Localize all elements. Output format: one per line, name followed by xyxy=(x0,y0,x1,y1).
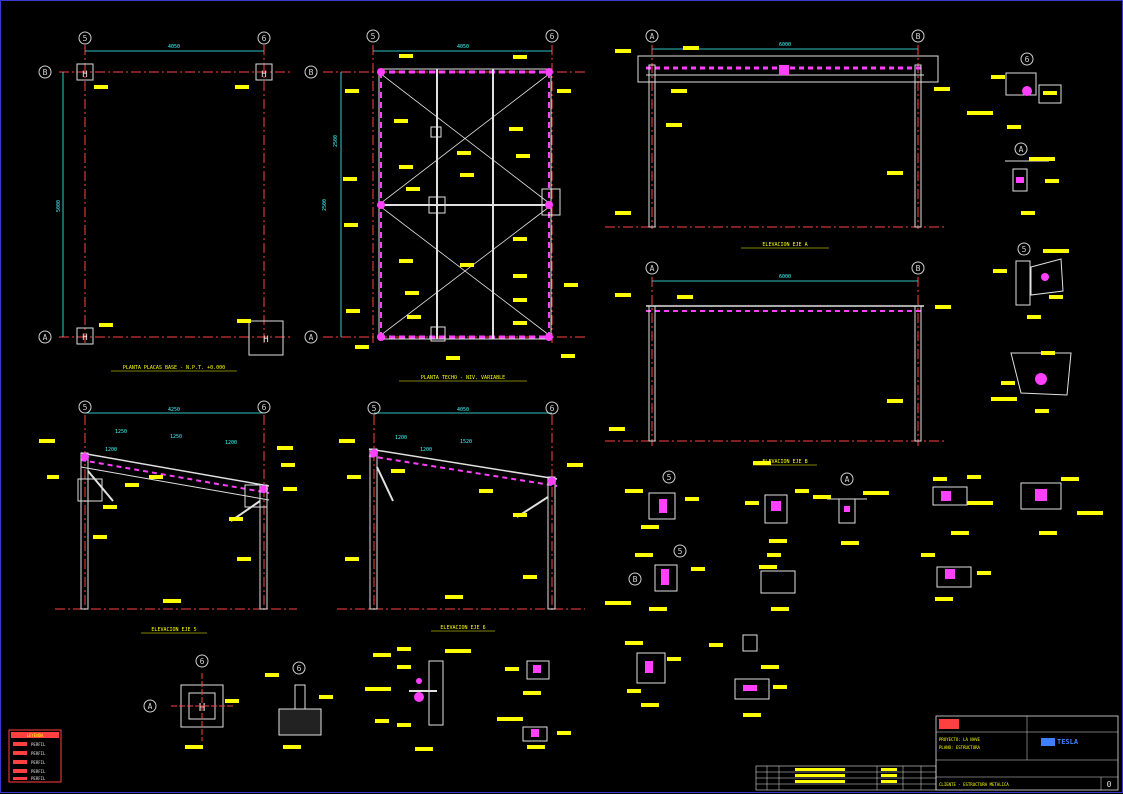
revision-number: 0 xyxy=(1107,780,1112,789)
legend-header: LEYENDA xyxy=(27,733,44,738)
elevation-axis-6: 4050 1200 1520 1200 ELEVACION EJE 6 xyxy=(337,407,585,632)
svg-text:6: 6 xyxy=(262,34,267,43)
svg-text:PERFIL: PERFIL xyxy=(31,769,46,774)
svg-text:5: 5 xyxy=(83,34,88,43)
project-label: PROYECTO: LA NAVE xyxy=(939,737,981,742)
connection-details-bottom xyxy=(605,461,1103,717)
plan-roof: 4050 2500 2500 PLANTA TECHO - NIV. VARIA… xyxy=(322,44,586,382)
svg-text:A: A xyxy=(650,32,655,41)
cad-sheet: H H H H 4050 5000 PLANTA PLACAS BASE - N… xyxy=(8,29,1119,791)
svg-text:6: 6 xyxy=(1025,55,1030,64)
company-logo: TESLA xyxy=(1057,738,1079,746)
plan-base-plates: H H H H 4050 5000 PLANTA PLACAS BASE - N… xyxy=(56,44,291,372)
drawing-code: CLIENTE - ESTRUCTURA METALICA xyxy=(939,782,1009,787)
svg-text:B: B xyxy=(916,264,921,273)
svg-text:B: B xyxy=(309,68,314,77)
plan1-title: PLANTA PLACAS BASE - N.P.T. +0.000 xyxy=(123,365,225,371)
elev5-top-dim: 4250 xyxy=(168,407,180,413)
svg-text:A: A xyxy=(309,333,314,342)
elev-b-width-dim: 6000 xyxy=(779,274,791,280)
elev-a-title: ELEVACION EJE A xyxy=(762,242,807,248)
svg-text:H: H xyxy=(261,70,266,80)
elevation-axis-b: 6000 ELEVACION EJE B xyxy=(605,274,951,466)
svg-text:6: 6 xyxy=(550,32,555,41)
plan2-title: PLANTA TECHO - NIV. VARIABLE xyxy=(421,375,505,381)
connection-details-right xyxy=(967,72,1072,413)
elevation-axis-a: 6000 ELEVACION EJE A xyxy=(605,42,950,249)
elev5-title: ELEVACION EJE 5 xyxy=(151,627,196,633)
svg-text:5: 5 xyxy=(372,404,377,413)
plan1-height-dim: 5000 xyxy=(56,200,62,212)
svg-text:B: B xyxy=(916,32,921,41)
svg-text:A: A xyxy=(845,475,850,484)
svg-text:6: 6 xyxy=(297,664,302,673)
elevation-axis-5: 4250 1250 1250 1200 1200 ELEVACION EJE 5 xyxy=(39,407,297,634)
svg-text:PERFIL: PERFIL xyxy=(31,751,46,756)
svg-text:H: H xyxy=(82,70,87,80)
svg-text:PERFIL: PERFIL xyxy=(31,776,46,781)
elev5-seg-c: 1200 xyxy=(225,440,237,446)
plan2-dim-upper: 2500 xyxy=(333,135,339,147)
svg-text:5: 5 xyxy=(667,473,672,482)
drawing-label: PLANO: ESTRUCTURA xyxy=(939,745,981,750)
drawing-canvas: H H H H 4050 5000 PLANTA PLACAS BASE - N… xyxy=(0,0,1123,793)
svg-text:H: H xyxy=(263,335,268,345)
svg-text:PERFIL: PERFIL xyxy=(31,760,46,765)
svg-text:A: A xyxy=(148,702,153,711)
elev5-seg-d: 1200 xyxy=(105,447,117,453)
svg-text:B: B xyxy=(43,68,48,77)
svg-text:PERFIL: PERFIL xyxy=(31,742,46,747)
elev6-seg-a: 1200 xyxy=(395,435,407,441)
elev5-seg-a: 1250 xyxy=(115,429,127,435)
svg-text:A: A xyxy=(650,264,655,273)
bracing-detail xyxy=(365,647,571,751)
svg-text:6: 6 xyxy=(262,403,267,412)
legend-box: LEYENDA PERFIL PERFIL PERFIL PERFIL PERF… xyxy=(8,729,62,783)
svg-text:H: H xyxy=(82,333,87,343)
svg-text:A: A xyxy=(1019,145,1024,154)
base-plate-details: H xyxy=(171,673,333,749)
elev6-title: ELEVACION EJE 6 xyxy=(440,625,485,631)
elev6-seg-b: 1200 xyxy=(420,447,432,453)
svg-text:B: B xyxy=(633,575,638,584)
svg-text:5: 5 xyxy=(83,403,88,412)
svg-text:5: 5 xyxy=(1022,245,1027,254)
elev5-seg-b: 1250 xyxy=(170,434,182,440)
svg-text:6: 6 xyxy=(550,404,555,413)
plan1-width-dim: 4050 xyxy=(168,44,180,50)
elev6-seg-c: 1520 xyxy=(460,439,472,445)
plan2-width-dim: 4050 xyxy=(457,44,469,50)
title-block: TESLA PROYECTO: LA NAVE PLANO: ESTRUCTUR… xyxy=(755,715,1119,791)
elev-a-width-dim: 6000 xyxy=(779,42,791,48)
svg-text:6: 6 xyxy=(200,657,205,666)
elev6-top-dim: 4050 xyxy=(457,407,469,413)
plan2-dim-lower: 2500 xyxy=(322,199,328,211)
svg-text:A: A xyxy=(43,333,48,342)
svg-text:5: 5 xyxy=(678,547,683,556)
svg-text:5: 5 xyxy=(371,32,376,41)
